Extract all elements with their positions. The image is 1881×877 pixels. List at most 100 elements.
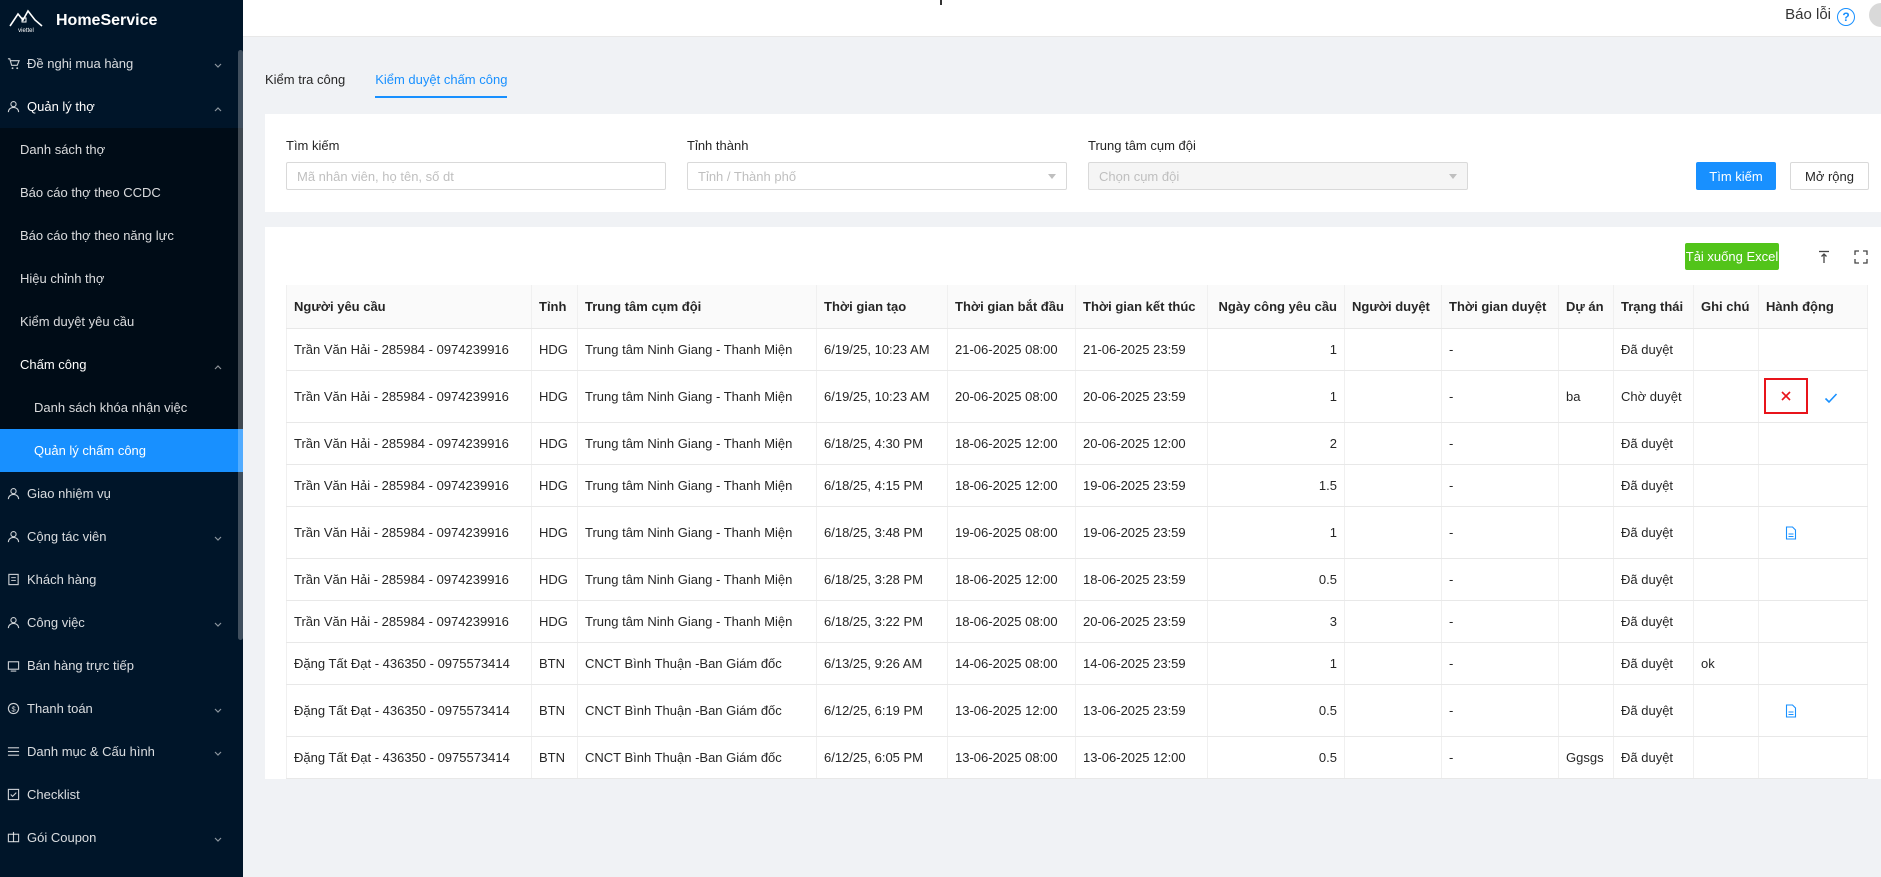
file-icon[interactable]	[1785, 704, 1797, 718]
table-cell	[1344, 736, 1442, 779]
table-cell: BTN	[531, 684, 578, 737]
table-cell: Đã duyệt	[1613, 328, 1694, 371]
table-cell	[1693, 684, 1759, 737]
table-cell: Trần Văn Hải - 285984 - 0974239916	[286, 600, 532, 643]
table-cell: Ggsgs	[1558, 736, 1614, 779]
sidebar-item-checklist[interactable]: Checklist	[0, 773, 243, 816]
table-cell: 6/18/25, 3:22 PM	[816, 600, 948, 643]
table-cell: HDG	[531, 328, 578, 371]
table-row[interactable]: Trần Văn Hải - 285984 - 0974239916 HDG Tru…	[286, 506, 1868, 559]
sidebar-item-capability-report[interactable]: Báo cáo thợ theo năng lực	[0, 214, 243, 257]
province-placeholder: Tỉnh / Thành phố	[698, 168, 797, 184]
sidebar-item-ccdc-report[interactable]: Báo cáo thợ theo CCDC	[0, 171, 243, 214]
action-cell	[1758, 558, 1868, 601]
search-group: Tìm kiếm Mã nhân viên, họ tên, số dt	[286, 138, 666, 190]
sidebar-item-worker-list[interactable]: Danh sách thợ	[0, 128, 243, 171]
table-row[interactable]: Đặng Tất Đạt - 436350 - 0975573414 BTN CNC…	[286, 736, 1868, 779]
sidebar-item-assign-task[interactable]: Giao nhiệm vụ	[0, 472, 243, 515]
province-label: Tỉnh thành	[687, 138, 749, 153]
table-cell: Trần Văn Hải - 285984 - 0974239916	[286, 506, 532, 559]
search-input[interactable]: Mã nhân viên, họ tên, số dt	[286, 162, 666, 190]
sidebar-item-purchase-request[interactable]: Đề nghị mua hàng	[0, 42, 243, 85]
table-cell: 1.5	[1207, 464, 1345, 507]
action-cell	[1758, 506, 1868, 559]
attendance-table: Người yêu cầu Tỉnh Trung tâm cụm đội Thời g…	[286, 285, 1868, 779]
chevron-up-icon	[213, 102, 223, 112]
column-header: Thời gian tạo	[816, 285, 948, 329]
sidebar-item-timekeeping[interactable]: Chấm công	[0, 343, 243, 386]
table-cell: 19-06-2025 08:00	[947, 506, 1076, 559]
sidebar-item-request-review[interactable]: Kiểm duyệt yêu cầu	[0, 300, 243, 343]
sidebar-item-label: Danh sách thợ	[20, 142, 106, 157]
tab-attendance-review[interactable]: Kiểm duyệt chấm công	[375, 58, 508, 98]
search-button[interactable]: Tìm kiếm	[1696, 162, 1776, 190]
table-cell: Đã duyệt	[1613, 422, 1694, 465]
sidebar-item-work[interactable]: Công việc	[0, 601, 243, 644]
table-cell	[1344, 464, 1442, 507]
table-cell: 1	[1207, 370, 1345, 423]
sidebar-item-collaborator[interactable]: Cộng tác viên	[0, 515, 243, 558]
table-cell: 18-06-2025 08:00	[947, 600, 1076, 643]
sidebar-item-adjust-worker[interactable]: Hiệu chỉnh thợ	[0, 257, 243, 300]
reject-button[interactable]	[1764, 378, 1808, 414]
table-cell: 21-06-2025 08:00	[947, 328, 1076, 371]
province-select[interactable]: Tỉnh / Thành phố	[687, 162, 1067, 190]
sale-icon	[6, 659, 20, 673]
action-cell	[1758, 464, 1868, 507]
help-icon[interactable]: ?	[1837, 8, 1855, 26]
center-placeholder: Chọn cụm đội	[1099, 168, 1180, 184]
table-row[interactable]: Trần Văn Hải - 285984 - 0974239916 HDG Tru…	[286, 558, 1868, 601]
table-cell	[1344, 684, 1442, 737]
table-cell: 13-06-2025 23:59	[1075, 684, 1208, 737]
table-cell	[1693, 558, 1759, 601]
tab-check-attendance[interactable]: Kiểm tra công	[265, 58, 345, 98]
table-cell	[1344, 642, 1442, 685]
table-cell: HDG	[531, 422, 578, 465]
column-height-icon[interactable]	[1816, 249, 1832, 265]
table-cell: 20-06-2025 23:59	[1075, 600, 1208, 643]
table-cell: Trần Văn Hải - 285984 - 0974239916	[286, 464, 532, 507]
table-row[interactable]: Đặng Tất Đạt - 436350 - 0975573414 BTN CNC…	[286, 642, 1868, 685]
sidebar-item-customer[interactable]: Khách hàng	[0, 558, 243, 601]
sidebar-menu-rest: Giao nhiệm vụ Cộng tác viên Khách hàng C…	[0, 472, 243, 859]
table-cell: Trần Văn Hải - 285984 - 0974239916	[286, 558, 532, 601]
table-cell: 2	[1207, 422, 1345, 465]
table-row[interactable]: Trần Văn Hải - 285984 - 0974239916 HDG Tru…	[286, 370, 1868, 423]
table-cell: Trần Văn Hải - 285984 - 0974239916	[286, 328, 532, 371]
sidebar-item-payment[interactable]: $ Thanh toán	[0, 687, 243, 730]
table-row[interactable]: Trần Văn Hải - 285984 - 0974239916 HDG Tru…	[286, 422, 1868, 465]
column-header: Ghi chú	[1693, 285, 1759, 329]
center-label: Trung tâm cụm đội	[1088, 138, 1196, 153]
center-select[interactable]: Chọn cụm đội	[1088, 162, 1468, 190]
sidebar-scrollbar[interactable]	[238, 50, 243, 640]
filter-panel: Tìm kiếm Mã nhân viên, họ tên, số dt Tỉn…	[265, 114, 1881, 212]
task-icon	[6, 487, 20, 501]
table-row[interactable]: Trần Văn Hải - 285984 - 0974239916 HDG Tru…	[286, 600, 1868, 643]
table-cell: HDG	[531, 558, 578, 601]
sidebar-item-label: Chấm công	[20, 357, 87, 372]
fullscreen-icon[interactable]	[1853, 249, 1869, 265]
table-row[interactable]: Đặng Tất Đạt - 436350 - 0975573414 BTN CNC…	[286, 684, 1868, 737]
report-bug-link[interactable]: Báo lỗi	[1785, 6, 1831, 23]
table-row[interactable]: Trần Văn Hải - 285984 - 0974239916 HDG Tru…	[286, 464, 1868, 507]
table-cell	[1344, 600, 1442, 643]
sidebar-item-timekeeping-management[interactable]: Quản lý chấm công	[0, 429, 243, 472]
brand[interactable]: viettel HomeService	[0, 0, 243, 42]
sidebar-item-lock-list[interactable]: Danh sách khóa nhận việc	[0, 386, 243, 429]
sidebar-item-coupon[interactable]: Gói Coupon	[0, 816, 243, 859]
table-row[interactable]: Trần Văn Hải - 285984 - 0974239916 HDG Tru…	[286, 328, 1868, 371]
download-excel-button[interactable]: Tải xuống Excel	[1685, 243, 1779, 270]
expand-button[interactable]: Mở rộng	[1790, 162, 1869, 190]
table-cell: BTN	[531, 736, 578, 779]
file-icon[interactable]	[1785, 526, 1797, 540]
approve-check-icon[interactable]	[1824, 391, 1838, 407]
table-cell: -	[1441, 736, 1559, 779]
sidebar-item-direct-sale[interactable]: Bán hàng trực tiếp	[0, 644, 243, 687]
sidebar-item-worker-management[interactable]: Quản lý thợ	[0, 85, 243, 128]
table-cell: 1	[1207, 328, 1345, 371]
sidebar-item-catalog-config[interactable]: Danh mục & Cấu hình	[0, 730, 243, 773]
table-cell: 14-06-2025 23:59	[1075, 642, 1208, 685]
viettel-logo: viettel	[6, 3, 46, 39]
column-header: Thời gian duyệt	[1441, 285, 1559, 329]
avatar[interactable]	[1869, 3, 1881, 27]
